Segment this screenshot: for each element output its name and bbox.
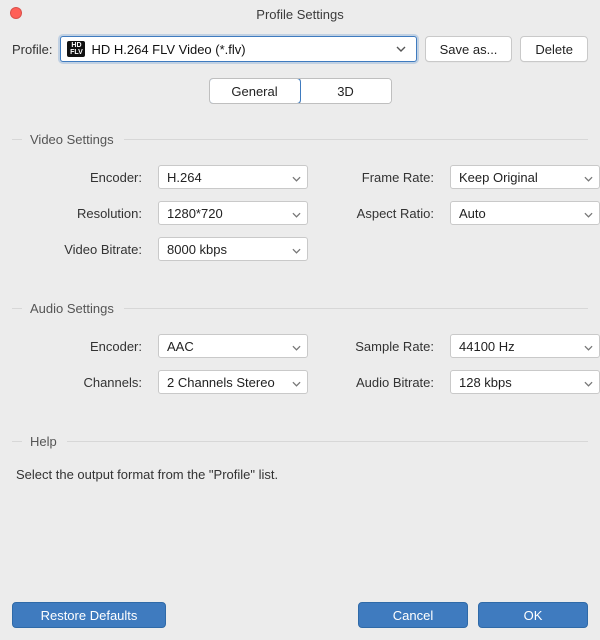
tabs: General 3D	[12, 78, 588, 104]
chevron-down-icon	[584, 375, 593, 390]
channels-label: Channels:	[12, 375, 142, 390]
save-as-button[interactable]: Save as...	[425, 36, 513, 62]
footer: Restore Defaults Cancel OK	[0, 592, 600, 640]
tab-3d[interactable]: 3D	[300, 79, 391, 103]
cancel-button[interactable]: Cancel	[358, 602, 468, 628]
profile-label: Profile:	[12, 42, 52, 57]
chevron-down-icon	[292, 206, 301, 221]
help-title: Help	[30, 434, 67, 449]
audio-settings-section: Audio Settings Encoder: AAC Sample Rate:…	[12, 301, 588, 394]
restore-defaults-button[interactable]: Restore Defaults	[12, 602, 166, 628]
audio-settings-title: Audio Settings	[30, 301, 124, 316]
audio-bitrate-select[interactable]: 128 kbps	[450, 370, 600, 394]
resolution-select[interactable]: 1280*720	[158, 201, 308, 225]
profile-select-value: HD H.264 FLV Video (*.flv)	[91, 42, 391, 57]
chevron-down-icon	[292, 339, 301, 354]
delete-button[interactable]: Delete	[520, 36, 588, 62]
frame-rate-select[interactable]: Keep Original	[450, 165, 600, 189]
window-title: Profile Settings	[256, 7, 343, 22]
video-settings-title: Video Settings	[30, 132, 124, 147]
video-bitrate-label: Video Bitrate:	[12, 242, 142, 257]
audio-encoder-label: Encoder:	[12, 339, 142, 354]
titlebar: Profile Settings	[0, 0, 600, 28]
chevron-down-icon	[292, 375, 301, 390]
window-controls	[10, 7, 22, 19]
audio-encoder-select[interactable]: AAC	[158, 334, 308, 358]
chevron-down-icon	[392, 46, 410, 52]
video-settings-section: Video Settings Encoder: H.264 Frame Rate…	[12, 132, 588, 261]
chevron-down-icon	[292, 242, 301, 257]
channels-select[interactable]: 2 Channels Stereo	[158, 370, 308, 394]
video-encoder-label: Encoder:	[12, 170, 142, 185]
sample-rate-label: Sample Rate:	[324, 339, 434, 354]
profile-select[interactable]: HD FLV HD H.264 FLV Video (*.flv)	[60, 36, 416, 62]
video-encoder-select[interactable]: H.264	[158, 165, 308, 189]
audio-bitrate-label: Audio Bitrate:	[324, 375, 434, 390]
sample-rate-select[interactable]: 44100 Hz	[450, 334, 600, 358]
flv-file-icon: HD FLV	[67, 41, 85, 57]
frame-rate-label: Frame Rate:	[324, 170, 434, 185]
ok-button[interactable]: OK	[478, 602, 588, 628]
profile-row: Profile: HD FLV HD H.264 FLV Video (*.fl…	[12, 36, 588, 62]
video-bitrate-select[interactable]: 8000 kbps	[158, 237, 308, 261]
content-area: Profile: HD FLV HD H.264 FLV Video (*.fl…	[0, 28, 600, 482]
resolution-label: Resolution:	[12, 206, 142, 221]
chevron-down-icon	[584, 339, 593, 354]
close-icon[interactable]	[10, 7, 22, 19]
chevron-down-icon	[292, 170, 301, 185]
help-section: Help Select the output format from the "…	[12, 434, 588, 482]
aspect-ratio-select[interactable]: Auto	[450, 201, 600, 225]
chevron-down-icon	[584, 170, 593, 185]
tab-general[interactable]: General	[209, 78, 301, 104]
help-text: Select the output format from the "Profi…	[12, 467, 588, 482]
chevron-down-icon	[584, 206, 593, 221]
aspect-ratio-label: Aspect Ratio:	[324, 206, 434, 221]
window: Profile Settings Profile: HD FLV HD H.26…	[0, 0, 600, 640]
